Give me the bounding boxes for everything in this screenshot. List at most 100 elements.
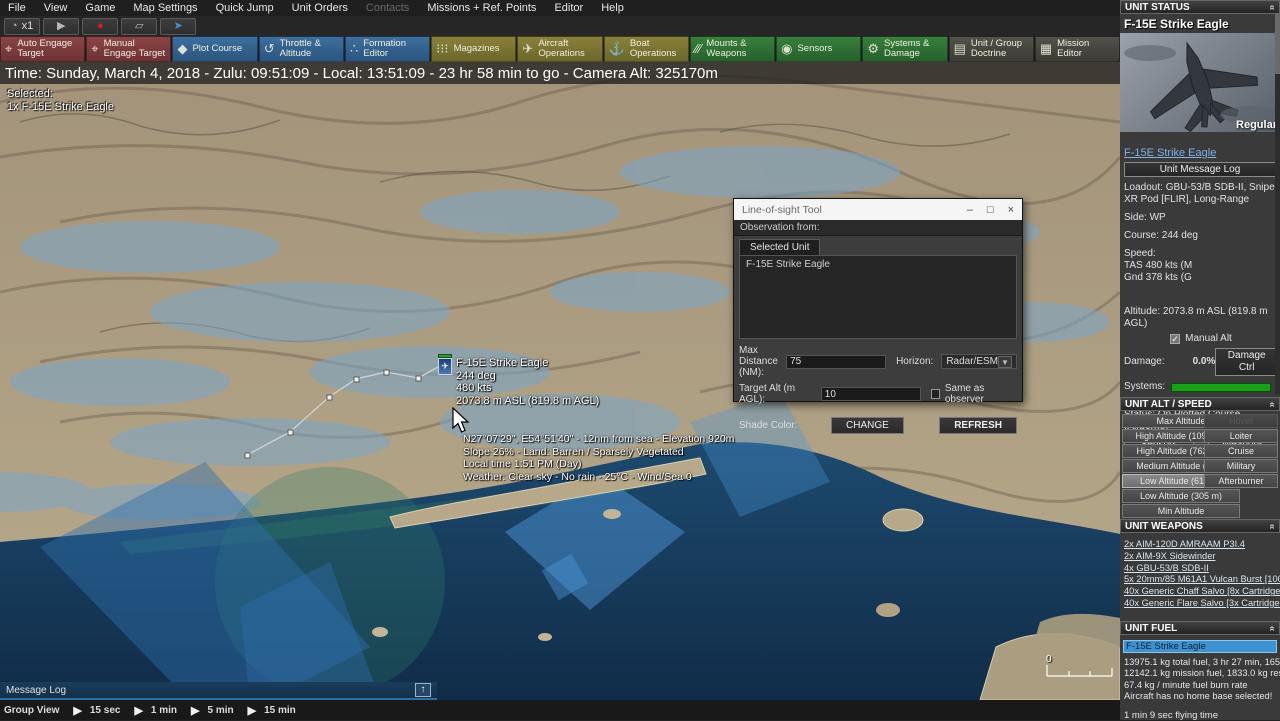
unit-weapons-section: UNIT WEAPONS « 2x AIM-120D AMRAAM P3I.4 …: [1120, 519, 1280, 610]
speed-1min[interactable]: 1 min: [151, 705, 177, 716]
low-altitude-305-button[interactable]: Low Altitude (305 m): [1122, 489, 1240, 503]
menu-unit-orders[interactable]: Unit Orders: [292, 2, 348, 14]
menu-view[interactable]: View: [44, 2, 68, 14]
time-compression-button[interactable]: ◔ x1: [4, 17, 41, 35]
plot-course-label: Plot Course: [192, 43, 243, 55]
unit-db-link[interactable]: F-15E Strike Eagle: [1124, 147, 1216, 159]
unit-map-icon[interactable]: ✈: [438, 354, 452, 376]
collapse-chevron-icon[interactable]: «: [1267, 401, 1278, 407]
unit-status-header[interactable]: UNIT STATUS «: [1120, 0, 1280, 14]
unit-group-doctrine-button[interactable]: ▤ Unit / Group Doctrine: [948, 36, 1034, 62]
unit-weapons-header[interactable]: UNIT WEAPONS «: [1120, 519, 1280, 533]
min-altitude-button[interactable]: Min Altitude: [1122, 504, 1240, 518]
refresh-button[interactable]: REFRESH: [939, 417, 1017, 434]
observer-list[interactable]: F-15E Strike Eagle: [739, 255, 1017, 339]
map-plane-icon: ▱: [135, 19, 144, 32]
weapon-link-flare[interactable]: 40x Generic Flare Salvo [3x Cartridges, …: [1124, 598, 1280, 610]
collapse-chevron-icon[interactable]: «: [1267, 523, 1278, 529]
collapse-chevron-icon[interactable]: «: [1267, 4, 1278, 10]
throttle-altitude-label: Throttle & Altitude: [279, 38, 321, 59]
tooltip-weather: Weather: Clear sky - No rain - 25°C - Wi…: [463, 470, 692, 483]
aircraft-operations-label: Aircraft Operations: [538, 38, 585, 59]
unit-fuel-section: UNIT FUEL « F-15E Strike Eagle 13975.1 k…: [1120, 621, 1280, 721]
systems-damage-button[interactable]: ⚙ Systems & Damage: [862, 36, 948, 62]
menu-help[interactable]: Help: [601, 2, 624, 14]
sidebar-scrollbar[interactable]: [1275, 14, 1280, 394]
afterburner-button[interactable]: Afterburner: [1204, 474, 1278, 488]
selected-unit-tab[interactable]: Selected Unit: [739, 239, 821, 255]
maximize-icon[interactable]: □: [987, 204, 994, 216]
line-of-sight-dialog: Line-of-sight Tool – □ × Observation fro…: [733, 198, 1023, 434]
observer-list-item[interactable]: F-15E Strike Eagle: [746, 259, 830, 270]
same-as-observer-checkbox[interactable]: [930, 389, 940, 399]
menu-map-settings[interactable]: Map Settings: [133, 2, 197, 14]
pin-button[interactable]: ➤: [160, 17, 197, 35]
minimize-icon[interactable]: –: [967, 204, 973, 216]
message-log-expand-button[interactable]: ↑: [415, 683, 431, 697]
time-bar: Time: Sunday, March 4, 2018 - Zulu: 09:5…: [0, 62, 1120, 84]
fuel-mission: 12142.1 kg mission fuel, 1833.0 kg reser…: [1124, 668, 1280, 679]
map-view-button[interactable]: ▱: [121, 17, 158, 35]
target-alt-input[interactable]: [820, 387, 921, 401]
weapon-link-sdb[interactable]: 4x GBU-53/B SDB-II: [1124, 563, 1280, 575]
loiter-button[interactable]: Loiter: [1204, 429, 1278, 443]
weapon-link-sidewinder[interactable]: 2x AIM-9X Sidewinder: [1124, 551, 1280, 563]
formation-editor-button[interactable]: ∴ Formation Editor: [344, 36, 431, 62]
sidebar-unit-name: F-15E Strike Eagle: [1124, 17, 1229, 31]
menu-quick-jump[interactable]: Quick Jump: [216, 2, 274, 14]
speed-15sec[interactable]: 15 sec: [90, 705, 121, 716]
menu-editor[interactable]: Editor: [554, 2, 583, 14]
unit-fuel-header[interactable]: UNIT FUEL «: [1120, 621, 1280, 635]
cruise-button[interactable]: Cruise: [1204, 444, 1278, 458]
play-15min-icon[interactable]: ▶: [248, 704, 256, 717]
los-title-bar[interactable]: Line-of-sight Tool – □ ×: [734, 199, 1022, 220]
menu-file[interactable]: File: [8, 2, 26, 14]
mission-editor-button[interactable]: ▦ Mission Editor: [1034, 36, 1121, 62]
throttle-altitude-button[interactable]: ↺ Throttle & Altitude: [258, 36, 344, 62]
aircraft-operations-button[interactable]: ✈ Aircraft Operations: [517, 36, 603, 62]
collapse-chevron-icon[interactable]: «: [1267, 625, 1278, 631]
time-controls-row: ◔ x1 ▶ ● ▱ ➤: [0, 16, 1120, 36]
bottom-status-bar: Group View ▶ 15 sec ▶ 1 min ▶ 5 min ▶ 15…: [0, 700, 1120, 720]
auto-engage-target-button[interactable]: ⌖ Auto Engage Target: [0, 36, 86, 62]
horizon-select[interactable]: Radar/ESM ▼: [941, 354, 1017, 369]
menu-game[interactable]: Game: [85, 2, 115, 14]
unit-loadout: Loadout: GBU-53/B SDB-II, Sniper XR Pod …: [1124, 182, 1278, 205]
manual-engage-target-button[interactable]: ⌖ Manual Engage Target: [86, 36, 172, 62]
map-view[interactable]: Time: Sunday, March 4, 2018 - Zulu: 09:5…: [0, 62, 1120, 700]
change-color-button[interactable]: CHANGE: [831, 417, 904, 434]
aircraft-operations-icon: ✈: [522, 41, 534, 57]
max-distance-input[interactable]: [786, 354, 887, 369]
message-log-bar[interactable]: Message Log ↑: [0, 682, 437, 700]
speed-5min[interactable]: 5 min: [208, 705, 234, 716]
close-icon[interactable]: ×: [1008, 204, 1014, 216]
weapon-link-chaff[interactable]: 40x Generic Chaff Salvo [8x Cartridges]: [1124, 586, 1280, 598]
plot-course-button[interactable]: ◆ Plot Course: [172, 36, 258, 62]
map-scale-bar: 0: [1046, 654, 1116, 682]
weapon-link-amraam[interactable]: 2x AIM-120D AMRAAM P3I.4: [1124, 539, 1280, 551]
alt-speed-header[interactable]: UNIT ALT / SPEED «: [1120, 397, 1280, 411]
magazines-button[interactable]: ⁝⁝⁝ Magazines: [431, 36, 517, 62]
formation-editor-label: Formation Editor: [363, 38, 406, 59]
play-5min-icon[interactable]: ▶: [191, 704, 199, 717]
fuel-warning: Aircraft has no home base selected!: [1124, 690, 1273, 701]
military-button[interactable]: Military: [1204, 459, 1278, 473]
speed-15min[interactable]: 15 min: [264, 705, 296, 716]
record-button[interactable]: ●: [82, 17, 119, 35]
group-view-button[interactable]: Group View: [4, 705, 59, 716]
weapon-link-vulcan[interactable]: 5x 20mm/85 M61A1 Vulcan Burst [100 rnds: [1124, 574, 1280, 586]
boat-operations-button[interactable]: ⚓ Boat Operations: [603, 36, 689, 62]
throttle-altitude-icon: ↺: [263, 41, 275, 57]
play-1min-icon[interactable]: ▶: [134, 704, 142, 717]
damage-ctrl-button[interactable]: Damage Ctrl: [1215, 348, 1278, 376]
sensors-button[interactable]: ◉ Sensors: [776, 36, 862, 62]
aircraft-symbol-icon: ✈: [438, 358, 452, 375]
play-button[interactable]: ▶: [43, 17, 80, 35]
play-15sec-icon[interactable]: ▶: [73, 704, 81, 717]
fuel-selected-unit[interactable]: F-15E Strike Eagle: [1123, 640, 1277, 653]
unit-message-log-button[interactable]: Unit Message Log: [1124, 162, 1276, 177]
manual-alt-checkbox[interactable]: ✓: [1170, 334, 1181, 344]
mounts-weapons-button[interactable]: ∕∕∕ Mounts & Weapons: [689, 36, 776, 62]
menu-missions-ref-points[interactable]: Missions + Ref. Points: [427, 2, 536, 14]
tooltip-localtime: Local time 1:51 PM (Day): [463, 458, 582, 470]
